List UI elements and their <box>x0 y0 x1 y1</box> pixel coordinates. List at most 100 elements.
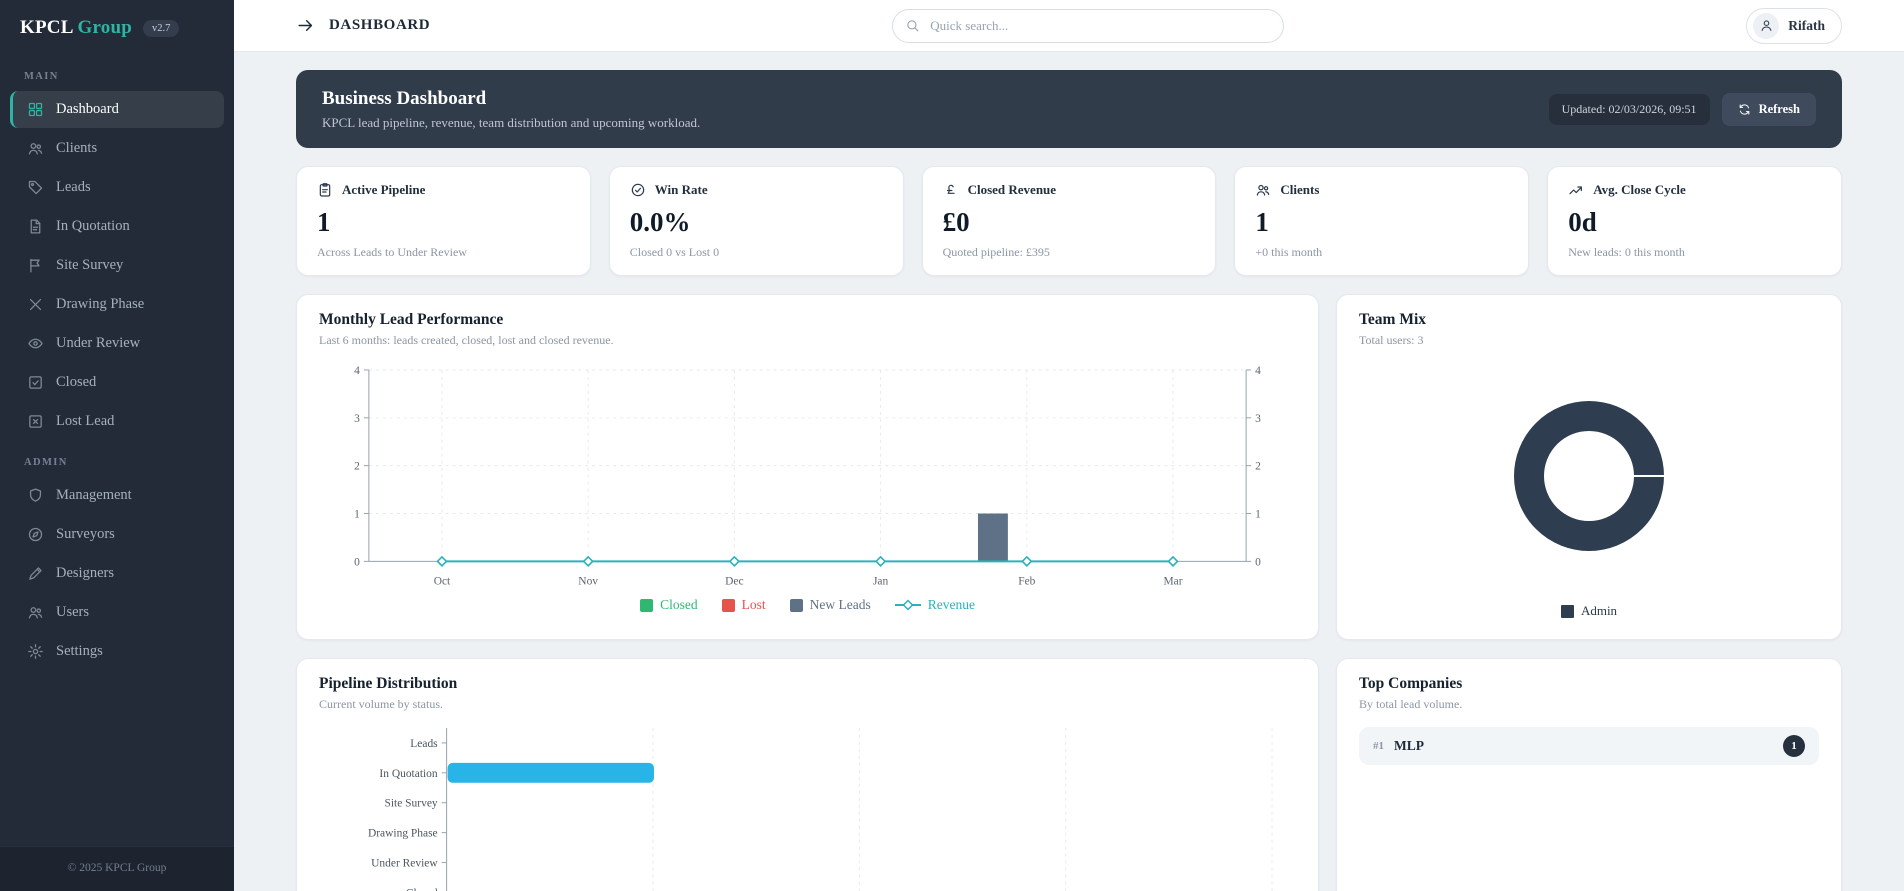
sidebar-item-leads[interactable]: Leads <box>10 169 224 206</box>
clipboard-icon <box>317 182 333 198</box>
team-mix-legend: Admin <box>1359 603 1819 623</box>
arrow-right-icon <box>296 16 315 35</box>
pound-icon <box>943 182 959 198</box>
tag-icon <box>27 179 44 196</box>
sidebar-item-label: Designers <box>56 565 114 581</box>
pipeline-distribution-panel: Pipeline Distribution Current volume by … <box>296 658 1319 891</box>
sidebar-item-users[interactable]: Users <box>10 594 224 631</box>
svg-text:Oct: Oct <box>434 575 451 587</box>
kpi-header: Clients <box>1255 182 1508 198</box>
sidebar-item-drawing-phase[interactable]: Drawing Phase <box>10 286 224 323</box>
svg-text:0: 0 <box>354 556 360 568</box>
kpi-card-avg-close-cycle: Avg. Close Cycle 0d New leads: 0 this mont… <box>1547 166 1842 276</box>
sidebar-item-surveyors[interactable]: Surveyors <box>10 516 224 553</box>
kpi-label: Active Pipeline <box>342 182 426 197</box>
tools-icon <box>27 296 44 313</box>
sidebar-item-label: Closed <box>56 374 97 390</box>
search-icon <box>905 18 920 33</box>
hero-text: Business Dashboard KPCL lead pipeline, r… <box>322 88 700 131</box>
users-icon <box>1255 182 1271 198</box>
kpi-subtext: Quoted pipeline: £395 <box>942 245 1050 259</box>
hero-title: Business Dashboard <box>322 87 487 109</box>
kpi-subtext: Closed 0 vs Lost 0 <box>629 245 720 259</box>
kpi-subtext: +0 this month <box>1255 245 1323 259</box>
section-label-admin: ADMIN <box>24 457 68 468</box>
legend-item-revenue[interactable]: Revenue <box>894 597 975 613</box>
svg-text:Site Survey: Site Survey <box>385 798 438 810</box>
svg-text:4: 4 <box>1255 365 1261 377</box>
monthly-performance-chart: 0 0 1 1 2 2 3 3 4 4 Oct Nov Dec Jan Feb Mar <box>354 365 1261 587</box>
charts-row: Monthly Lead Performance Last 6 months: … <box>296 294 1842 640</box>
search-box <box>892 8 1285 43</box>
legend-swatch <box>1560 604 1574 618</box>
kpi-header: Active Pipeline <box>317 182 570 198</box>
sidebar-item-label: Surveyors <box>56 526 115 542</box>
svg-text:Nov: Nov <box>578 575 598 587</box>
sidebar-item-settings[interactable]: Settings <box>10 633 224 670</box>
kpi-card-closed-revenue: Closed Revenue £0 Quoted pipeline: £395 <box>921 166 1217 276</box>
legend-label: Revenue <box>927 597 975 613</box>
user-menu-button[interactable]: Rifath <box>1746 7 1842 44</box>
sidebar-item-site-survey[interactable]: Site Survey <box>10 247 224 284</box>
kpi-value: 1 <box>317 207 331 237</box>
sidebar-footer: © 2025 KPCL Group <box>0 846 234 891</box>
sidebar-item-label: Leads <box>56 179 91 195</box>
sidebar-item-clients[interactable]: Clients <box>10 130 224 167</box>
search-input[interactable] <box>892 8 1285 43</box>
panel-title: Team Mix <box>1359 311 1427 328</box>
kpi-label: Win Rate <box>654 182 708 197</box>
legend-item-closed[interactable]: Closed <box>640 597 698 613</box>
sidebar-item-dashboard[interactable]: Dashboard <box>10 91 224 128</box>
panel-subtitle: By total lead volume. <box>1359 697 1463 711</box>
brand: KPCL Group v2.7 <box>0 0 234 52</box>
svg-text:Closed: Closed <box>406 887 438 891</box>
sidebar-item-label: In Quotation <box>56 218 130 234</box>
pipeline-distribution-chart: Leads In Quotation Site Survey Drawing Phas… <box>368 727 1273 891</box>
brand-primary: KPCL <box>20 17 73 38</box>
section-label-main: MAIN <box>24 71 59 82</box>
legend-item-admin[interactable]: Admin <box>1560 603 1617 619</box>
brand-accent: Group <box>77 17 132 38</box>
kpi-value: 0d <box>1568 207 1597 237</box>
sidebar-nav: MAIN Dashboard Clients Leads In Quotation Sit… <box>0 52 234 846</box>
kpi-card-win-rate: Win Rate 0.0% Closed 0 vs Lost 0 <box>608 166 904 276</box>
sidebar-item-designers[interactable]: Designers <box>10 555 224 592</box>
panel-subtitle: Total users: 3 <box>1359 333 1424 347</box>
legend-item-lost[interactable]: Lost <box>721 597 766 613</box>
donut-wrap <box>1359 348 1819 603</box>
badge-check-icon <box>630 182 646 198</box>
legend-swatch <box>721 598 735 612</box>
avatar <box>1753 12 1780 39</box>
content: Business Dashboard KPCL lead pipeline, r… <box>234 52 1904 891</box>
svg-text:In Quotation: In Quotation <box>379 768 437 780</box>
svg-text:Jan: Jan <box>873 575 889 587</box>
updated-badge: Updated: 02/03/2026, 09:51 <box>1548 93 1710 125</box>
legend-item-new-leads[interactable]: New Leads <box>789 597 871 613</box>
sidebar-item-under-review[interactable]: Under Review <box>10 325 224 362</box>
shield-icon <box>27 487 44 504</box>
refresh-button[interactable]: Refresh <box>1721 92 1816 126</box>
kpi-subtext: New leads: 0 this month <box>1568 245 1685 259</box>
refresh-label: Refresh <box>1758 101 1800 116</box>
company-count-badge: 1 <box>1783 735 1805 757</box>
svg-text:Mar: Mar <box>1163 575 1182 587</box>
sidebar-item-in-quotation[interactable]: In Quotation <box>10 208 224 245</box>
kpi-value: 0.0% <box>629 207 691 237</box>
sidebar-item-lost-lead[interactable]: Lost Lead <box>10 403 224 440</box>
top-companies-panel: Top Companies By total lead volume. #1 ML… <box>1336 658 1842 891</box>
company-name: MLP <box>1394 738 1424 753</box>
kpi-header: Closed Revenue <box>943 182 1196 198</box>
hero-subtitle: KPCL lead pipeline, revenue, team distri… <box>322 114 701 130</box>
sidebar-item-closed[interactable]: Closed <box>10 364 224 401</box>
kpi-label: Clients <box>1280 182 1320 197</box>
person-icon <box>1759 18 1774 33</box>
monthly-performance-panel: Monthly Lead Performance Last 6 months: … <box>296 294 1319 640</box>
bottom-row: Pipeline Distribution Current volume by … <box>296 658 1842 891</box>
svg-text:0: 0 <box>1255 556 1261 568</box>
hero-actions: Updated: 02/03/2026, 09:51 Refresh <box>1548 92 1816 126</box>
svg-text:1: 1 <box>1255 509 1261 521</box>
users-icon <box>27 140 44 157</box>
sidebar-item-management[interactable]: Management <box>10 477 224 514</box>
kpi-value: 1 <box>1255 207 1269 237</box>
compass-icon <box>27 526 44 543</box>
